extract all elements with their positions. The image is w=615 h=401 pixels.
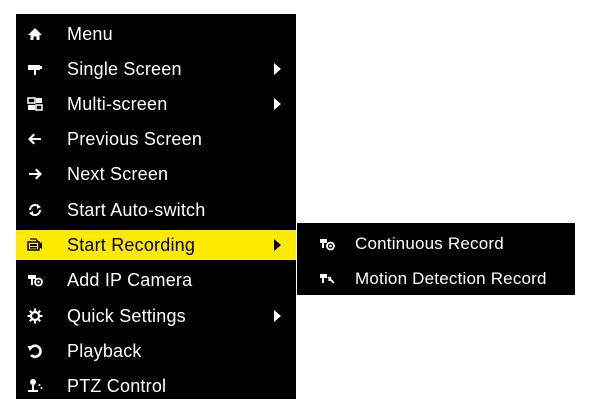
menu-item-single-screen[interactable]: Single Screen [16,54,296,84]
multiscreen-icon [26,95,44,113]
menu-item-label: Quick Settings [67,305,186,326]
menu-item-playback[interactable]: Playback [16,336,296,366]
menu-item-label: Next Screen [67,163,169,184]
menu-item-label: Start Recording [67,234,196,255]
submenu-arrow-icon [274,310,281,322]
menu-item-label: Start Auto-switch [67,199,206,220]
submenu-arrow-icon [274,98,281,110]
motion-record-icon [318,270,336,288]
menu-item-start-auto-switch[interactable]: Start Auto-switch [16,195,296,225]
submenu-item-label: Motion Detection Record [355,269,547,288]
menu-item-ptz-control[interactable]: PTZ Control [16,371,296,401]
submenu-item-label: Continuous Record [355,234,504,253]
ptz-icon [26,377,44,395]
submenu-item-continuous-record[interactable]: Continuous Record [297,229,575,259]
home-icon [26,25,44,43]
submenu-arrow-icon [274,239,281,251]
menu-item-label: Previous Screen [67,128,203,149]
submenu-item-motion-detection-record[interactable]: Motion Detection Record [297,264,575,294]
arrow-left-icon [26,130,44,148]
menu-item-label: Menu [67,23,113,44]
playback-icon [26,342,44,360]
camera-icon [26,60,44,78]
context-menu: Menu Single Screen Multi-screen Previous… [16,14,296,399]
ip-camera-icon [26,271,44,289]
recording-submenu: Continuous Record Motion Detection Recor… [297,223,575,295]
menu-item-menu[interactable]: Menu [16,19,296,49]
gear-icon [26,307,44,325]
recording-icon [26,236,44,254]
menu-item-next-screen[interactable]: Next Screen [16,159,296,189]
menu-item-label: PTZ Control [67,375,167,396]
menu-item-multi-screen[interactable]: Multi-screen [16,89,296,119]
continuous-record-icon [318,235,336,253]
menu-item-add-ip-camera[interactable]: Add IP Camera [16,265,296,295]
arrow-right-icon [26,165,44,183]
menu-item-label: Add IP Camera [67,269,193,290]
menu-item-start-recording[interactable]: Start Recording [16,230,296,260]
submenu-arrow-icon [274,63,281,75]
menu-item-label: Multi-screen [67,93,168,114]
menu-item-previous-screen[interactable]: Previous Screen [16,124,296,154]
menu-item-quick-settings[interactable]: Quick Settings [16,301,296,331]
menu-item-label: Single Screen [67,58,182,79]
menu-item-label: Playback [67,340,142,361]
refresh-icon [26,201,44,219]
